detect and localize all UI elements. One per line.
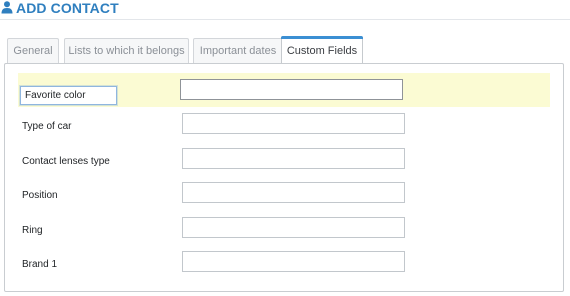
custom-field-row-favorite-color: Favorite color bbox=[18, 73, 550, 107]
page-title: ADD CONTACT bbox=[16, 0, 119, 16]
brand-1-input[interactable] bbox=[182, 251, 405, 272]
custom-field-row-type-of-car: Type of car bbox=[19, 113, 549, 147]
ring-input[interactable] bbox=[182, 217, 405, 238]
custom-field-row-contact-lenses-type: Contact lenses type bbox=[19, 148, 549, 182]
field-label: Position bbox=[22, 190, 58, 201]
tab-important-dates[interactable]: Important dates bbox=[193, 38, 283, 63]
tab-general[interactable]: General bbox=[7, 38, 59, 63]
custom-fields-panel: Favorite color Type of car Contact lense… bbox=[4, 63, 564, 292]
contact-lenses-type-input[interactable] bbox=[182, 148, 405, 169]
tab-custom-fields[interactable]: Custom Fields bbox=[281, 36, 363, 64]
field-label-edit-input[interactable]: Favorite color bbox=[20, 86, 117, 105]
page-header: ADD CONTACT bbox=[0, 0, 570, 20]
custom-field-row-brand-1: Brand 1 bbox=[19, 251, 549, 285]
custom-field-row-position: Position bbox=[19, 182, 549, 216]
field-label: Brand 1 bbox=[22, 259, 58, 270]
user-icon bbox=[1, 1, 13, 14]
position-input[interactable] bbox=[182, 182, 405, 203]
field-label: Ring bbox=[22, 225, 43, 236]
field-label: Type of car bbox=[22, 121, 72, 132]
custom-field-row-ring: Ring bbox=[19, 217, 549, 251]
field-label: Contact lenses type bbox=[22, 156, 110, 167]
type-of-car-input[interactable] bbox=[182, 113, 405, 134]
favorite-color-input[interactable] bbox=[180, 79, 403, 100]
tab-lists[interactable]: Lists to which it belongs bbox=[64, 38, 189, 63]
